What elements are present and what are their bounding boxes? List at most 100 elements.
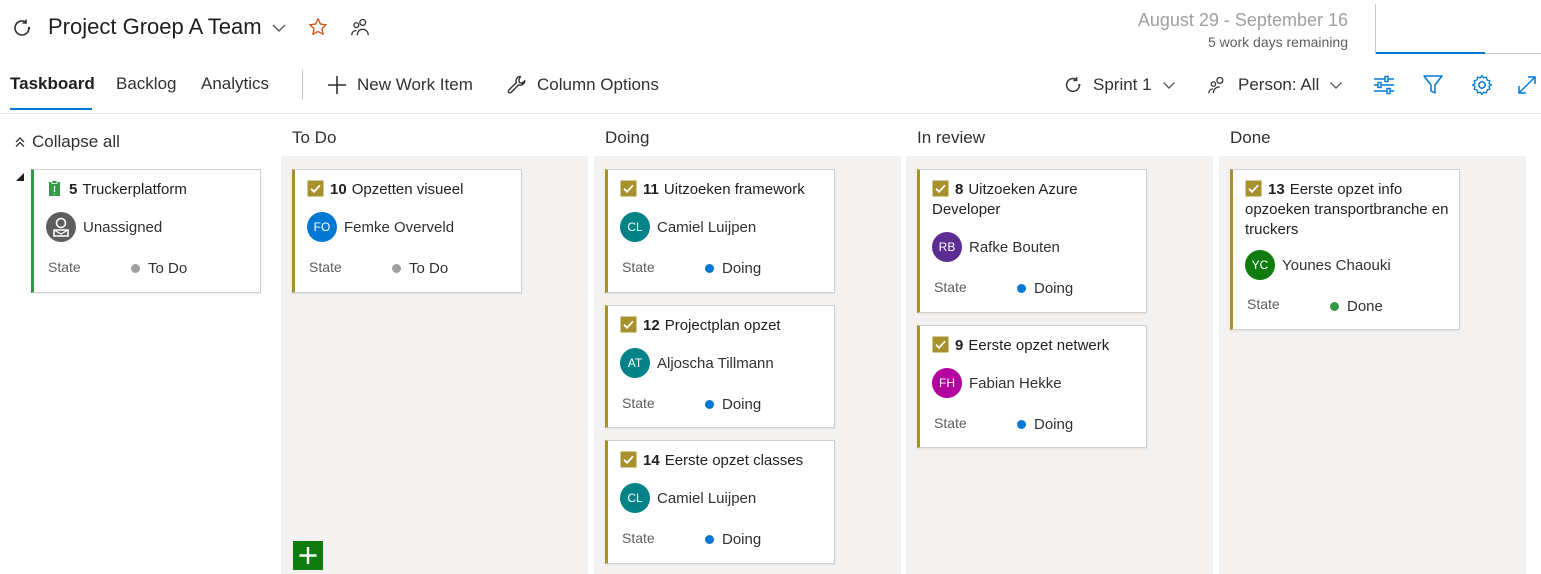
state-dot — [1017, 420, 1026, 429]
state-dot — [1330, 302, 1339, 311]
sprint-cycle-icon — [1065, 77, 1081, 93]
tab-analytics[interactable]: Analytics — [201, 74, 269, 94]
task-card[interactable]: 8 Uitzoeken Azure Developer RB Rafke Bout… — [917, 169, 1147, 313]
chevron-down-icon[interactable] — [270, 19, 288, 37]
avatar: CL — [620, 212, 650, 242]
card-title: 8 Uitzoeken Azure Developer — [932, 180, 1142, 220]
sprint-selector[interactable]: Sprint 1 — [1062, 72, 1177, 98]
work-item-id: 12 — [643, 317, 660, 334]
work-item-title: Projectplan opzet — [664, 317, 781, 334]
state-text: To Do — [148, 260, 188, 277]
assignee[interactable]: CL Camiel Luijpen — [620, 483, 756, 513]
state-value[interactable]: To Do — [131, 260, 187, 277]
state-dot — [392, 264, 401, 273]
state-dot — [131, 264, 140, 273]
assignee[interactable]: FH Fabian Hekke — [932, 368, 1062, 398]
assignee[interactable]: RB Rafke Bouten — [932, 232, 1060, 262]
team-members-icon[interactable] — [349, 16, 371, 38]
task-checkbox-icon — [307, 180, 324, 197]
card-title: 14 Eerste opzet classes — [620, 451, 830, 471]
work-item-id: 14 — [643, 452, 660, 469]
card-title: 10 Opzetten visueel — [307, 180, 517, 200]
sprint-cycle-icon — [14, 19, 31, 36]
state-value[interactable]: To Do — [392, 260, 448, 277]
assignee[interactable]: YC Younes Chaouki — [1245, 250, 1391, 280]
chevron-down-icon — [1330, 82, 1343, 89]
column-options-button[interactable]: Column Options — [506, 72, 659, 98]
collapse-all-button[interactable]: Collapse all — [14, 132, 120, 152]
state-label: State — [934, 415, 967, 431]
state-value[interactable]: Done — [1330, 298, 1383, 315]
assignee[interactable]: AT Aljoscha Tillmann — [620, 348, 774, 378]
state-label: State — [622, 530, 655, 546]
work-item-id: 8 — [955, 181, 964, 198]
settings-sliders-icon[interactable] — [1372, 73, 1396, 97]
clipboard-icon — [49, 180, 60, 196]
state-text: To Do — [409, 260, 449, 277]
state-text: Doing — [1034, 416, 1074, 433]
task-card[interactable]: 11 Uitzoeken framework CL Camiel Luijpen … — [605, 169, 835, 293]
work-item-title: Uitzoeken Azure Developer — [932, 181, 1078, 218]
assignee-name: Femke Overveld — [344, 218, 455, 236]
work-item-id: 13 — [1268, 181, 1285, 198]
parent-work-item-card[interactable]: 5 Truckerplatform Unassigned State To Do — [31, 169, 261, 293]
state-value[interactable]: Doing — [705, 531, 761, 548]
assignee[interactable]: CL Camiel Luijpen — [620, 212, 756, 242]
expand-triangle-icon[interactable] — [15, 172, 25, 182]
person-filter[interactable]: Person: All — [1207, 72, 1344, 98]
column-header-todo: To Do — [292, 128, 337, 147]
state-value[interactable]: Doing — [1017, 416, 1073, 433]
state-label: State — [309, 259, 342, 275]
task-checkbox-icon — [620, 316, 637, 333]
state-value[interactable]: Doing — [705, 396, 761, 413]
progress-fill — [1376, 52, 1485, 54]
gear-icon[interactable] — [1470, 73, 1494, 97]
filter-icon[interactable] — [1421, 73, 1445, 97]
avatar: FH — [932, 368, 962, 398]
avatar: YC — [1245, 250, 1275, 280]
assignee-name: Fabian Hekke — [969, 374, 1062, 392]
task-card[interactable]: 14 Eerste opzet classes CL Camiel Luijpen… — [605, 440, 835, 564]
column-header-in-review: In review — [917, 128, 986, 147]
state-value[interactable]: Doing — [705, 260, 761, 277]
task-card[interactable]: 10 Opzetten visueel FO Femke Overveld Sta… — [292, 169, 522, 293]
task-card[interactable]: 9 Eerste opzet netwerk FH Fabian Hekke St… — [917, 325, 1147, 448]
task-checkbox-icon — [932, 336, 949, 353]
state-text: Done — [1347, 298, 1383, 315]
work-item-id: 5 — [69, 181, 78, 198]
work-item-id: 9 — [955, 337, 964, 354]
new-work-item-button[interactable]: New Work Item — [326, 72, 473, 98]
sprint-progress-chart[interactable] — [1375, 4, 1541, 54]
avatar: CL — [620, 483, 650, 513]
fullscreen-icon[interactable] — [1515, 73, 1539, 97]
assignee[interactable]: FO Femke Overveld — [307, 212, 454, 242]
work-item-title: Eerste opzet netwerk — [968, 337, 1110, 354]
task-card[interactable]: 13 Eerste opzet info opzoeken transportbr… — [1230, 169, 1460, 330]
new-work-item-label: New Work Item — [357, 75, 473, 94]
assignee-name: Younes Chaouki — [1282, 256, 1391, 274]
card-title: 11 Uitzoeken framework — [620, 180, 830, 200]
state-text: Doing — [1034, 280, 1074, 297]
assignee-name: Unassigned — [83, 218, 163, 236]
page-header: Project Groep A Team August 29 - Septemb… — [0, 0, 1541, 60]
team-title[interactable]: Project Groep A Team — [48, 14, 262, 40]
avatar: RB — [932, 232, 962, 262]
tab-backlog[interactable]: Backlog — [116, 74, 176, 94]
state-label: State — [622, 395, 655, 411]
state-dot — [705, 535, 714, 544]
avatar: FO — [307, 212, 337, 242]
assignee[interactable]: Unassigned — [46, 212, 162, 242]
work-item-id: 11 — [643, 181, 659, 198]
add-task-button[interactable] — [293, 541, 323, 570]
state-value[interactable]: Doing — [1017, 280, 1073, 297]
person-icon — [1208, 76, 1224, 94]
card-title: 13 Eerste opzet info opzoeken transportbr… — [1245, 180, 1455, 240]
task-card[interactable]: 12 Projectplan opzet AT Aljoscha Tillmann… — [605, 305, 835, 428]
star-icon[interactable] — [307, 16, 329, 38]
unassigned-avatar-icon — [46, 212, 76, 242]
task-checkbox-icon — [620, 451, 637, 468]
state-label: State — [934, 279, 967, 295]
work-item-title: Opzetten visueel — [351, 181, 464, 198]
task-checkbox-icon — [620, 180, 637, 197]
tab-taskboard[interactable]: Taskboard — [10, 74, 95, 94]
